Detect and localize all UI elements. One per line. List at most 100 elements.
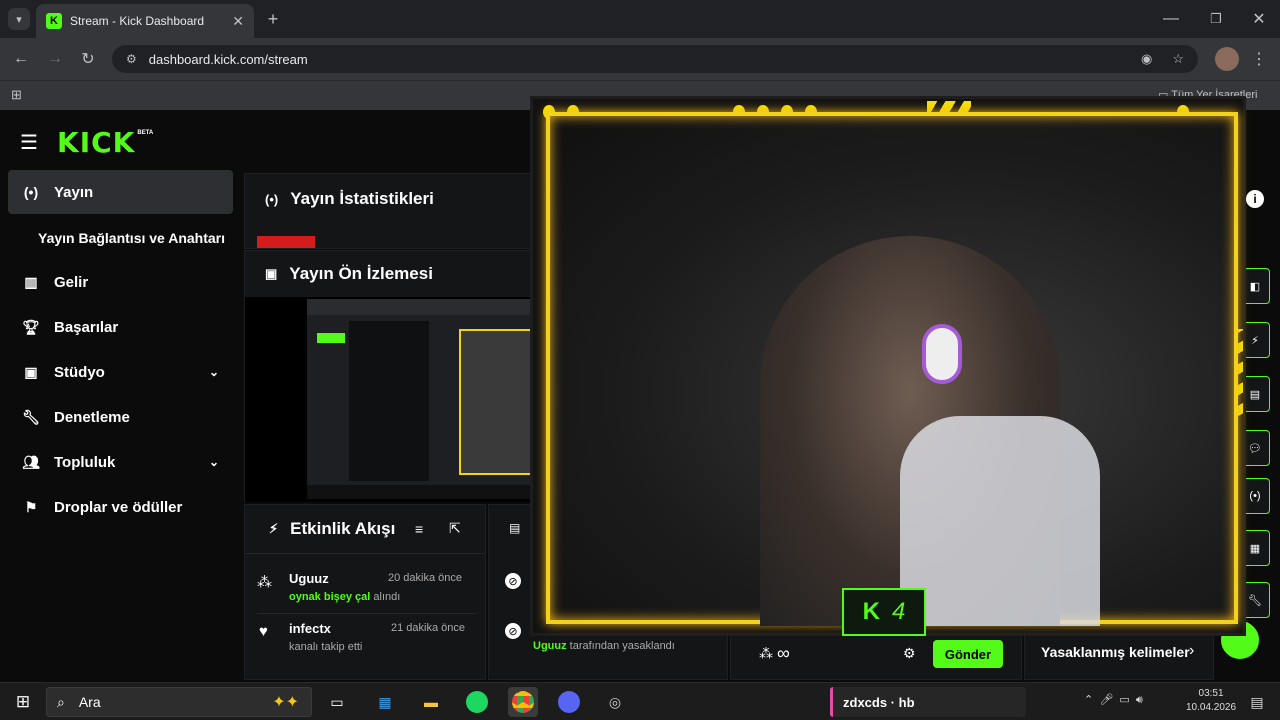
task-view-icon[interactable]: ▭ [322, 687, 352, 717]
close-window-icon[interactable]: ✕ [1248, 8, 1270, 30]
filter-icon[interactable]: ≡ [415, 521, 423, 537]
discord-icon[interactable] [554, 687, 584, 717]
studio-icon: ▣ [24, 363, 38, 380]
file-explorer-icon[interactable]: ▬ [416, 687, 446, 717]
activity-feed-title: ⚡︎ Etkinlik Akışı [269, 519, 395, 539]
activity-item[interactable]: ♥ infectx 21 dakika önce kanalı takip et… [257, 619, 477, 659]
activity-action: kanalı takip etti [289, 641, 363, 653]
activity-time: 20 dakika önce [388, 572, 462, 584]
sidebar-item-yayin[interactable]: (•) Yayın [8, 170, 233, 214]
kick-logo[interactable]: KICK BETA [57, 126, 153, 159]
overlay-badge-number: 4 [891, 598, 906, 625]
ban-icon: ⊘ [505, 573, 521, 589]
info-icon[interactable]: i [1246, 190, 1264, 208]
activity-item[interactable]: ⁂ Uguuz 20 dakika önce oynak bişey çal a… [257, 569, 477, 609]
new-tab-icon[interactable]: + [262, 8, 284, 30]
restore-icon[interactable]: ❐ [1205, 8, 1227, 30]
chart-icon: ▥ [24, 273, 38, 290]
browser-menu-icon[interactable]: ⋮ [1248, 48, 1270, 70]
obs-icon[interactable]: ◎ [600, 687, 630, 717]
chat-input-panel: ⁂ ∞ ⚙ Gönder [730, 634, 1022, 680]
divider [257, 613, 477, 614]
sidebar-item-droplar[interactable]: ⚑ Droplar ve ödüller [8, 485, 233, 529]
stream-stats-title: (•) Yayın İstatistikleri [265, 189, 434, 209]
headphone-icon [922, 324, 962, 384]
browser-tab[interactable]: K Stream - Kick Dashboard ✕ [36, 4, 254, 38]
webcam-video [546, 112, 1238, 626]
wrench-icon: 🔧︎ [22, 408, 40, 425]
kick-logo-text: KICK [57, 126, 136, 159]
tab-close-icon[interactable]: ✕ [232, 13, 244, 30]
tab-search-icon[interactable]: ▾ [8, 8, 30, 30]
profile-avatar[interactable] [1215, 47, 1239, 71]
back-icon[interactable]: ← [10, 48, 32, 70]
hide-eye-icon[interactable]: ◉ [1141, 51, 1152, 67]
preview-kick-logo [317, 333, 345, 343]
browser-tab-bar: ▾ K Stream - Kick Dashboard ✕ + — ❐ ✕ [0, 0, 1280, 38]
taskbar-search[interactable]: ⌕ Ara ✦✦ [46, 687, 312, 717]
now-playing-widget[interactable]: zdxcds · hb [830, 687, 1026, 717]
windows-taskbar: ⊞ ⌕ Ara ✦✦ ▭ ▦ ▬ ◎ zdxcds · hb ⌃ 🎤︎ ▭ 🔊︎… [0, 682, 1280, 720]
sidebar-label: Denetleme [54, 408, 130, 426]
sidebar-item-basarilar[interactable]: 🏆︎ Başarılar [8, 305, 233, 349]
forward-icon[interactable]: → [44, 48, 66, 70]
sidebar-item-gelir[interactable]: ▥ Gelir [8, 260, 233, 304]
site-info-icon[interactable]: ⚙ [126, 52, 137, 66]
url-text: dashboard.kick.com/stream [148, 51, 308, 67]
activity-title-text: Etkinlik Akışı [290, 519, 396, 538]
reload-icon[interactable]: ↻ [77, 48, 99, 70]
sidebar-item-studyo[interactable]: ▣ Stüdyo ⌄ [8, 350, 233, 394]
sidebar-label: Gelir [54, 273, 89, 291]
activity-user: Uguuz [289, 571, 329, 586]
broadcast-icon: (•) [23, 184, 39, 200]
banned-words-panel[interactable]: Yasaklanmış kelimeler › [1024, 634, 1214, 680]
chevron-down-icon: ⌄ [208, 365, 219, 379]
gift-icon[interactable]: ⁂ [759, 645, 773, 662]
sidebar-label: Topluluk [54, 453, 116, 471]
stream-stats-panel: (•) Yayın İstatistikleri [244, 173, 534, 249]
settings-gear-icon[interactable]: ⚙ [903, 645, 916, 662]
spotify-icon[interactable] [462, 687, 492, 717]
chrome-icon[interactable] [508, 687, 538, 717]
activity-time: 21 dakika önce [391, 622, 465, 634]
preview-video[interactable] [307, 299, 533, 499]
sidebar-label: Yayın [54, 183, 94, 201]
activity-feed-panel: ⚡︎ Etkinlik Akışı ≡ ⇱ ⁂ Uguuz 20 dakika ö… [244, 504, 486, 680]
sidebar-item-topluluk[interactable]: 👥︎ Topluluk ⌄ [8, 440, 233, 484]
beta-badge: BETA [137, 130, 154, 136]
chevron-right-icon: › [1189, 642, 1195, 659]
ban-icon: ⊘ [505, 623, 521, 639]
people-icon: 👥︎ [22, 453, 40, 470]
chevron-down-icon: ⌄ [208, 455, 219, 469]
calculator-app-icon[interactable]: ▦ [370, 687, 400, 717]
preview-chat [349, 321, 429, 481]
sidebar-label: Droplar ve ödüller [54, 498, 183, 516]
preview-taskbar [307, 485, 533, 499]
moderation-text: tarafından yasaklandı [569, 640, 675, 652]
moderation-entry: Uguuz tarafından yasaklandı [533, 640, 675, 652]
windows-start-icon[interactable]: ⊞ [8, 687, 38, 717]
apps-grid-icon[interactable]: ⊞ [11, 87, 22, 103]
hamburger-menu-icon[interactable]: ☰ [20, 130, 38, 155]
streamer-shirt [900, 416, 1100, 626]
address-bar[interactable]: ⚙ dashboard.kick.com/stream ◉ ☆ [112, 45, 1198, 73]
stats-title-text: Yayın İstatistikleri [290, 189, 434, 208]
send-button[interactable]: Gönder [933, 640, 1003, 668]
notifications-icon[interactable]: ▤ [1242, 687, 1272, 717]
sidebar-item-denetleme[interactable]: 🔧︎ Denetleme [8, 395, 233, 439]
activity-desc: oynak bişey çal alındı [289, 591, 400, 603]
broadcast-icon: (•) [265, 191, 279, 207]
heart-icon: ♥ [259, 623, 268, 640]
activity-user: infectx [289, 621, 331, 636]
now-playing-text: zdxcds · hb [843, 694, 915, 710]
minimize-icon[interactable]: — [1160, 8, 1182, 30]
sparkle-icon: ✦✦ [272, 694, 299, 711]
clock[interactable]: 03:51 10.04.2026 [1186, 687, 1236, 715]
system-tray-icons[interactable]: ⌃ 🎤︎ ▭ 🔊︎ [1084, 693, 1143, 707]
popout-icon[interactable]: ⇱ [449, 520, 461, 537]
bookmark-star-icon[interactable]: ☆ [1172, 51, 1184, 67]
sidebar-item-stream-key[interactable]: Yayın Bağlantısı ve Anahtarı [8, 216, 244, 260]
live-badge [257, 236, 315, 248]
clock-time: 03:51 [1198, 688, 1224, 699]
search-icon: ⌕ [57, 693, 65, 710]
